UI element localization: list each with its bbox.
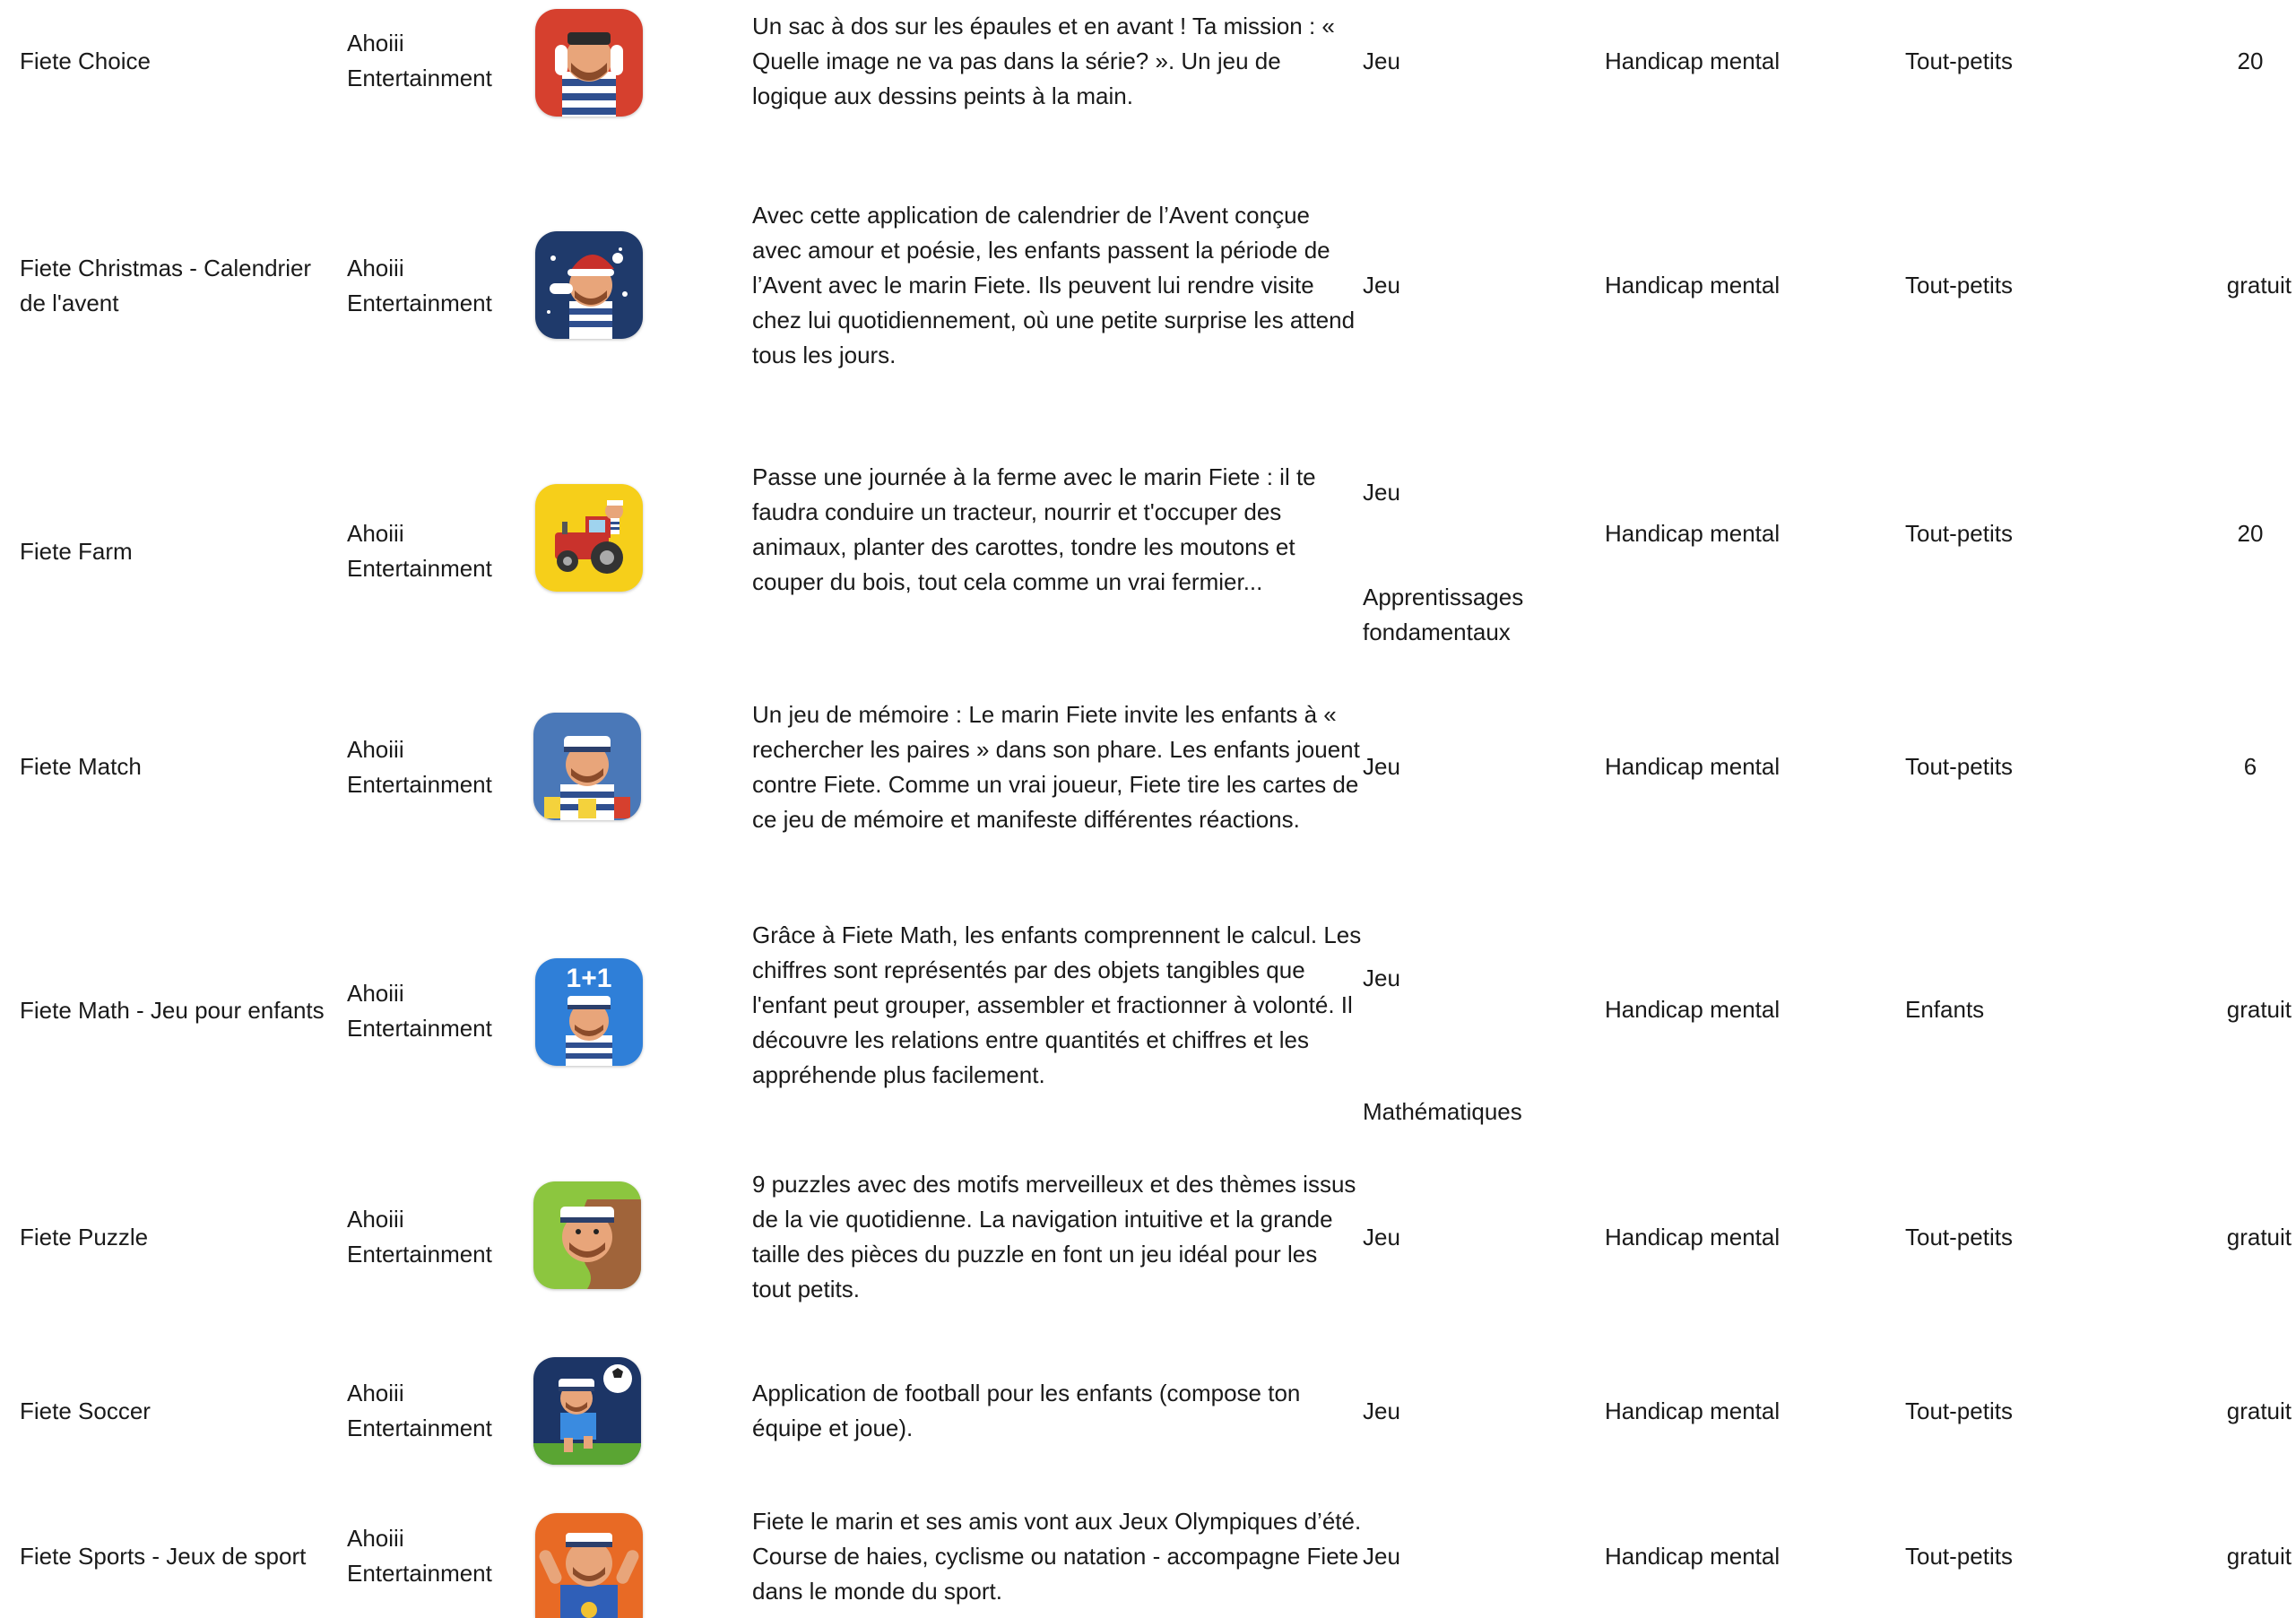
fiete-sports-icon[interactable] <box>535 1513 643 1618</box>
handicap-type: Handicap mental <box>1605 1397 1780 1424</box>
price: 6 <box>2243 753 2257 780</box>
price: gratuit <box>2226 1223 2292 1250</box>
table-row: Fiete Match Ahoiii Entertainment Un jeu … <box>0 675 2296 859</box>
handicap-type: Handicap mental <box>1605 995 1780 1023</box>
price: gratuit <box>2226 272 2292 299</box>
app-name: Fiete Match <box>20 753 142 780</box>
fiete-math-icon[interactable]: 1+1 <box>535 958 643 1066</box>
category-cell: Jeu <box>1363 0 1596 122</box>
developer-name: Ahoiii Entertainment <box>347 1525 492 1587</box>
developer-name: Ahoiii Entertainment <box>347 735 492 798</box>
price: 20 <box>2237 47 2264 74</box>
app-description: Un sac à dos sur les épaules et en avant… <box>752 12 1335 109</box>
developer-name: Ahoiii Entertainment <box>347 980 492 1042</box>
handicap-type: Handicap mental <box>1605 272 1780 299</box>
developer-name: Ahoiii Entertainment <box>347 30 492 91</box>
category-label: Jeu <box>1363 272 1400 299</box>
app-description: Avec cette application de calendrier de … <box>752 202 1356 368</box>
category-label: Jeu <box>1363 47 1400 74</box>
app-name: Fiete Choice <box>20 47 151 74</box>
category-label: Mathématiques <box>1363 1098 1522 1125</box>
fiete-match-icon[interactable] <box>533 713 641 820</box>
app-name: Fiete Math - Jeu pour enfants <box>20 996 325 1024</box>
app-description: Fiete le marin et ses amis vont aux Jeux… <box>752 1507 1362 1605</box>
category-cell: Jeu <box>1363 675 1596 859</box>
fiete-choice-icon[interactable] <box>535 9 643 117</box>
handicap-type: Handicap mental <box>1605 1542 1780 1570</box>
category-cell: Jeu Mathématiques <box>1363 961 1596 1129</box>
age-group: Tout-petits <box>1905 519 2013 547</box>
table-row: Fiete Farm Ahoiii Entertainment Passe un… <box>0 457 2296 645</box>
fiete-christmas-icon[interactable] <box>535 231 643 339</box>
math-icon-text: 1+1 <box>567 964 612 993</box>
age-group: Tout-petits <box>1905 753 2013 780</box>
app-description: Application de football pour les enfants… <box>752 1380 1301 1441</box>
fiete-puzzle-icon[interactable] <box>533 1181 641 1289</box>
developer-name: Ahoiii Entertainment <box>347 1380 492 1441</box>
fiete-farm-icon[interactable] <box>535 484 643 592</box>
category-label: Jeu <box>1363 965 1400 991</box>
app-description: Passe une journée à la ferme avec le mar… <box>752 463 1316 595</box>
price: gratuit <box>2226 995 2292 1023</box>
category-label: Jeu <box>1363 1397 1400 1424</box>
table-row: Fiete Choice Ahoiii Entertainment Un sac… <box>0 0 2296 122</box>
app-name: Fiete Puzzle <box>20 1223 149 1250</box>
age-group: Tout-petits <box>1905 47 2013 74</box>
fiete-soccer-icon[interactable] <box>533 1357 641 1465</box>
price: gratuit <box>2226 1542 2292 1570</box>
category-label: Jeu <box>1363 479 1400 506</box>
category-label: Jeu <box>1363 1542 1400 1570</box>
table-row: Fiete Soccer Ahoiii Entertainment Applic… <box>0 1357 2296 1465</box>
app-description: 9 puzzles avec des motifs merveilleux et… <box>752 1171 1356 1302</box>
category-label: Jeu <box>1363 753 1400 780</box>
handicap-type: Handicap mental <box>1605 47 1780 74</box>
app-description: Grâce à Fiete Math, les enfants comprenn… <box>752 921 1362 1088</box>
app-name: Fiete Christmas - Calendrier de l'avent <box>20 254 312 316</box>
category-cell: Jeu <box>1363 1165 1596 1309</box>
category-cell: Jeu <box>1363 1501 1596 1612</box>
table-row: Fiete Puzzle Ahoiii Entertainment 9 puzz… <box>0 1165 2296 1309</box>
price: gratuit <box>2226 1397 2292 1424</box>
category-cell: Jeu Apprentissages fondamentaux <box>1363 475 1596 650</box>
developer-name: Ahoiii Entertainment <box>347 254 492 316</box>
app-description: Un jeu de mémoire : Le marin Fiete invit… <box>752 700 1360 833</box>
app-name: Fiete Sports - Jeux de sport <box>20 1542 307 1570</box>
table-row: Fiete Christmas - Calendrier de l'avent … <box>0 194 2296 377</box>
app-name: Fiete Soccer <box>20 1397 151 1424</box>
price: 20 <box>2237 519 2264 547</box>
table-row: Fiete Math - Jeu pour enfants Ahoiii Ent… <box>0 920 2296 1126</box>
handicap-type: Handicap mental <box>1605 1223 1780 1250</box>
table-row: Fiete Sports - Jeux de sport Ahoiii Ente… <box>0 1501 2296 1618</box>
category-label: Jeu <box>1363 1223 1400 1250</box>
category-cell: Jeu <box>1363 1357 1596 1465</box>
category-label: Apprentissages fondamentaux <box>1363 584 1524 645</box>
handicap-type: Handicap mental <box>1605 519 1780 547</box>
handicap-type: Handicap mental <box>1605 753 1780 780</box>
category-cell: Jeu <box>1363 194 1596 377</box>
developer-name: Ahoiii Entertainment <box>347 520 492 582</box>
developer-name: Ahoiii Entertainment <box>347 1206 492 1268</box>
